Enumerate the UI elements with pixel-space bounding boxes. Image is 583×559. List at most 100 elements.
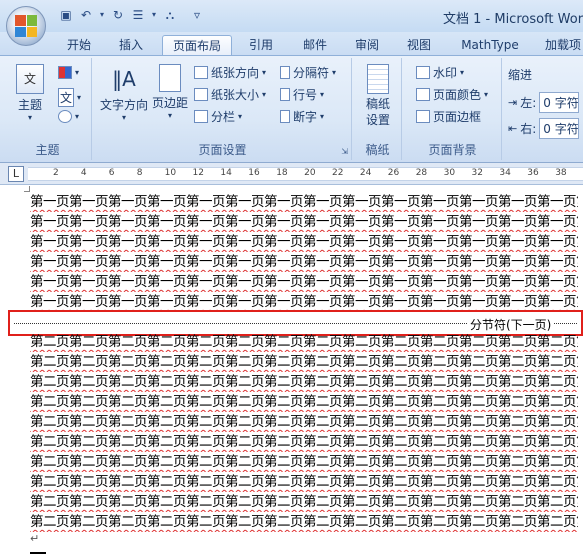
tab-view[interactable]: 视图 [398, 35, 440, 56]
tab-references[interactable]: 引用 [240, 35, 282, 56]
page-setup-group: ‖A 文字方向 ▾ 页边距 ▾ 纸张方向 ▾ 纸张大小 ▾ 分栏 ▾ 分隔符 ▾ 行号 ▾… [94, 58, 352, 160]
line-text: 第二页第二页第二页第二页第二页第二页第二页第二页第二页第二页第二页第二页第二页第… [30, 474, 578, 490]
margins-button[interactable]: 页边距 ▾ [150, 64, 190, 120]
dropdown-icon: ▾ [27, 113, 32, 122]
right-indent-input[interactable]: 0 字符 [539, 118, 580, 139]
theme-effects-icon [58, 110, 72, 123]
size-button[interactable]: 纸张大小 ▾ [194, 86, 266, 103]
dropdown-icon[interactable]: ▾ [98, 7, 106, 23]
columns-button[interactable]: 分栏 ▾ [194, 108, 242, 125]
draft-setup-button[interactable]: 稿纸 设置 [358, 64, 398, 128]
indent-right-icon: ⇤ [508, 122, 518, 135]
title-bar: ▣ ↶ ▾ ↻ ☰ ▾ ⛬ ▿ 文档 1 - Microsoft Word [0, 0, 583, 32]
page-color-button[interactable]: 页面颜色 ▾ [416, 86, 488, 103]
ribbon: 文 主题 ▾ ▾ 文 ▾ ▾ 主题 ‖A 文字方向 ▾ 页边距 ▾ 纸张方向 ▾ 纸 [0, 55, 583, 163]
line-numbers-button[interactable]: 行号 ▾ [280, 86, 324, 103]
office-logo-icon [15, 15, 37, 37]
theme-effects-button[interactable]: ▾ [58, 110, 79, 123]
ruler-tick: 34 [499, 168, 511, 178]
page-borders-button[interactable]: 页面边框 [416, 108, 481, 125]
line-text: 第二页第二页第二页第二页第二页第二页第二页第二页第二页第二页第二页第二页第二页第… [30, 514, 578, 530]
tab-insert[interactable]: 插入 [110, 35, 152, 56]
ribbon-tabs: 开始 插入 页面布局 引用 邮件 审阅 视图 MathType 加载项 [0, 32, 583, 56]
ruler-tick: 30 [443, 168, 456, 178]
hyphenation-button[interactable]: 断字 ▾ [280, 108, 324, 125]
theme-group-label: 主题 [35, 143, 60, 157]
ruler-bar[interactable]: 2 4 6 8 10 12 14 16 18 20 22 24 26 28 30 32 34 36 38 [28, 167, 583, 181]
save-icon[interactable]: ▣ [58, 7, 74, 23]
ruler-tick: 16 [248, 168, 260, 178]
redo-icon[interactable]: ↻ [110, 7, 126, 23]
line-text: 第二页第二页第二页第二页第二页第二页第二页第二页第二页第二页第二页第二页第二页第… [30, 414, 578, 430]
line-text: 第一页第一页第一页第一页第一页第一页第一页第一页第一页第一页第一页第一页第一页第… [30, 254, 578, 270]
tab-selector-icon[interactable]: L [8, 166, 24, 182]
line-text: 第一页第一页第一页第一页第一页第一页第一页第一页第一页第一页第一页第一页第一页第… [30, 214, 578, 230]
text-direction-button[interactable]: ‖A 文字方向 ▾ [98, 64, 150, 122]
theme-colors-button[interactable]: ▾ [58, 66, 79, 79]
page2-line: 第二页第二页第二页第二页第二页第二页第二页第二页第二页第二页第二页第二页第二页第… [30, 392, 578, 412]
right-indent: ⇤ 右: 0 字符 [508, 118, 580, 139]
page2-line: 第二页第二页第二页第二页第二页第二页第二页第二页第二页第二页第二页第二页第二页第… [30, 432, 578, 452]
ruler-tick: 6 [108, 168, 115, 178]
window-title: 文档 1 - Microsoft Word [443, 12, 583, 27]
page2-line: 第二页第二页第二页第二页第二页第二页第二页第二页第二页第二页第二页第二页第二页第… [30, 452, 578, 472]
line-text: 第二页第二页第二页第二页第二页第二页第二页第二页第二页第二页第二页第二页第二页第… [30, 374, 578, 390]
line-text: 第二页第二页第二页第二页第二页第二页第二页第二页第二页第二页第二页第二页第二页第… [30, 334, 578, 350]
watermark-icon [416, 66, 430, 79]
breaks-icon [280, 66, 290, 79]
theme-button[interactable]: 文 主题 ▾ [14, 64, 46, 122]
theme-colors-icon [58, 66, 72, 79]
line-text: 第二页第二页第二页第二页第二页第二页第二页第二页第二页第二页第二页第二页第二页第… [30, 494, 578, 510]
left-indent-input[interactable]: 0 字符 [539, 92, 580, 113]
page2-line: 第二页第二页第二页第二页第二页第二页第二页第二页第二页第二页第二页第二页第二页第… [30, 412, 578, 432]
office-button[interactable] [6, 6, 46, 46]
draft-group-label: 稿纸 [365, 143, 390, 157]
columns-icon [194, 110, 208, 123]
tab-page-layout[interactable]: 页面布局 [162, 35, 232, 56]
line-text: 第二页第二页第二页第二页第二页第二页第二页第二页第二页第二页第二页第二页第二页第… [30, 354, 578, 370]
left-indent: ⇥ 左: 0 字符 [508, 92, 580, 113]
line-text: 第一页第一页第一页第一页第一页第一页第一页第一页第一页第一页第一页第一页第一页第… [30, 274, 578, 290]
theme-group: 文 主题 ▾ ▾ 文 ▾ ▾ 主题 [4, 58, 92, 160]
theme-icon: 文 [16, 64, 44, 94]
margins-icon [159, 64, 181, 92]
ruler-tick: 22 [332, 168, 344, 178]
customize-qat-icon[interactable]: ▿ [182, 7, 212, 23]
undo-icon[interactable]: ↶ [78, 7, 94, 23]
breaks-button[interactable]: 分隔符 ▾ [280, 64, 336, 81]
text-cursor [30, 552, 46, 554]
page1-line: 第一页第一页第一页第一页第一页第一页第一页第一页第一页第一页第一页第一页第一页第… [30, 272, 578, 292]
horizontal-ruler[interactable]: L 2 4 6 8 10 12 14 16 18 20 22 24 26 28 30 32 34 36 38 [0, 163, 583, 185]
layout-icon[interactable]: ☰ [130, 7, 146, 23]
page-color-icon [416, 88, 430, 101]
tree-icon[interactable]: ⛬ [162, 7, 178, 23]
line-text: 第一页第一页第一页第一页第一页第一页第一页第一页第一页第一页第一页第一页第一页第… [30, 234, 578, 250]
ruler-tick: 38 [555, 168, 567, 178]
ruler-tick: 32 [471, 168, 483, 178]
indent-left-icon: ⇥ [508, 96, 518, 109]
tab-mathtype[interactable]: MathType [452, 35, 528, 56]
page2-line: 第二页第二页第二页第二页第二页第二页第二页第二页第二页第二页第二页第二页第二页第… [30, 472, 578, 492]
empty-paragraph-mark-icon: ↵ [30, 532, 40, 545]
ruler-tick: 24 [359, 168, 372, 178]
watermark-button[interactable]: 水印 ▾ [416, 64, 464, 81]
tab-mailings[interactable]: 邮件 [294, 35, 336, 56]
page1-line: 第一页第一页第一页第一页第一页第一页第一页第一页第一页第一页第一页第一页第一页第… [30, 292, 578, 312]
ruler-tick: 36 [527, 168, 539, 178]
dropdown-icon[interactable]: ▾ [150, 7, 158, 23]
page-borders-icon [416, 110, 430, 123]
tab-review[interactable]: 审阅 [346, 35, 388, 56]
tab-home[interactable]: 开始 [58, 35, 100, 56]
page1-line: 第一页第一页第一页第一页第一页第一页第一页第一页第一页第一页第一页第一页第一页第… [30, 232, 578, 252]
dialog-launcher-icon[interactable]: ⇲ [341, 147, 348, 156]
ruler-tick: 18 [276, 168, 288, 178]
paragraph-group: 缩进 ⇥ 左: 0 字符 ⇤ 右: 0 字符 [504, 58, 583, 160]
draft-group: 稿纸 设置 稿纸 [354, 58, 402, 160]
page1-line: 第一页第一页第一页第一页第一页第一页第一页第一页第一页第一页第一页第一页第一页第… [30, 252, 578, 272]
text-direction-icon: ‖A [112, 67, 136, 91]
theme-fonts-button[interactable]: 文 ▾ [58, 88, 81, 107]
tab-addins[interactable]: 加载项 [538, 35, 583, 56]
document-page[interactable]: 第一页第一页第一页第一页第一页第一页第一页第一页第一页第一页第一页第一页第一页第… [0, 186, 583, 559]
line-text: 第一页第一页第一页第一页第一页第一页第一页第一页第一页第一页第一页第一页第一页第… [30, 294, 578, 310]
orientation-button[interactable]: 纸张方向 ▾ [194, 64, 266, 81]
